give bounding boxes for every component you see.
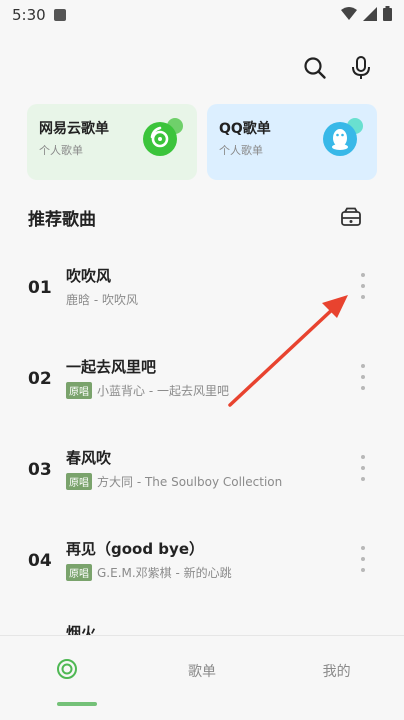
more-options-icon[interactable] xyxy=(355,546,371,572)
song-meta: 鹿晗 - 吹吹风 xyxy=(66,291,138,308)
netease-music-icon xyxy=(143,122,177,156)
card-subtitle: 个人歌单 xyxy=(219,144,263,157)
song-artist-album: 小蓝背心 - 一起去风里吧 xyxy=(97,384,229,398)
nav-mine[interactable]: 我的 xyxy=(269,636,404,720)
active-tab-indicator xyxy=(57,702,97,706)
status-time: 5:30 xyxy=(12,6,46,24)
song-title: 一起去风里吧 xyxy=(66,358,157,376)
song-row[interactable]: 04 再见（good bye） 原唱 G.E.M.邓紫棋 - 新的心跳 xyxy=(0,513,404,604)
status-bar: 5:30 xyxy=(0,0,404,30)
cassette-icon[interactable] xyxy=(340,206,362,228)
notification-icon xyxy=(53,9,66,21)
wifi-icon xyxy=(341,6,357,25)
song-row[interactable]: 03 春风吹 原唱 方大同 - The Soulboy Collection xyxy=(0,422,404,513)
song-artist-album: 鹿晗 - 吹吹风 xyxy=(66,293,138,307)
qq-playlist-card[interactable]: QQ歌单 个人歌单 xyxy=(207,104,377,180)
card-title: 网易云歌单 xyxy=(39,121,109,137)
more-options-icon[interactable] xyxy=(355,364,371,390)
bottom-nav: 歌单 我的 xyxy=(0,635,404,720)
song-artist-album: G.E.M.邓紫棋 - 新的心跳 xyxy=(97,566,232,580)
more-options-icon[interactable] xyxy=(355,273,371,299)
song-meta: 原唱 小蓝背心 - 一起去风里吧 xyxy=(66,382,229,399)
section-title: 推荐歌曲 xyxy=(28,210,96,230)
song-meta: 原唱 方大同 - The Soulboy Collection xyxy=(66,473,282,490)
song-index: 04 xyxy=(28,551,52,571)
song-meta: 原唱 G.E.M.邓紫棋 - 新的心跳 xyxy=(66,564,232,581)
original-badge: 原唱 xyxy=(66,564,92,581)
netease-playlist-card[interactable]: 网易云歌单 个人歌单 xyxy=(27,104,197,180)
card-subtitle: 个人歌单 xyxy=(39,144,83,157)
top-actions xyxy=(302,55,374,81)
song-title: 春风吹 xyxy=(66,449,112,467)
song-index: 02 xyxy=(28,369,52,389)
nav-playlists[interactable]: 歌单 xyxy=(135,636,270,720)
song-list: 01 吹吹风 鹿晗 - 吹吹风 02 一起去风里吧 原唱 小蓝背心 - 一起去风… xyxy=(0,240,404,604)
song-row[interactable]: 02 一起去风里吧 原唱 小蓝背心 - 一起去风里吧 xyxy=(0,331,404,422)
song-index: 03 xyxy=(28,460,52,480)
home-disc-icon xyxy=(56,658,78,684)
song-row[interactable]: 01 吹吹风 鹿晗 - 吹吹风 xyxy=(0,240,404,331)
qq-penguin-icon xyxy=(323,122,357,156)
signal-icon xyxy=(363,6,377,25)
battery-icon xyxy=(383,5,392,25)
song-index: 01 xyxy=(28,278,52,298)
status-icons xyxy=(341,5,392,25)
nav-home[interactable] xyxy=(0,636,135,720)
song-artist-album: 方大同 - The Soulboy Collection xyxy=(97,475,283,489)
song-title: 吹吹风 xyxy=(66,267,112,285)
nav-label: 歌单 xyxy=(188,664,216,680)
original-badge: 原唱 xyxy=(66,473,92,490)
song-title: 再见（good bye） xyxy=(66,540,204,558)
original-badge: 原唱 xyxy=(66,382,92,399)
nav-label: 我的 xyxy=(322,664,351,680)
card-title: QQ歌单 xyxy=(219,121,271,137)
search-icon[interactable] xyxy=(302,55,328,81)
more-options-icon[interactable] xyxy=(355,455,371,481)
microphone-icon[interactable] xyxy=(348,55,374,81)
